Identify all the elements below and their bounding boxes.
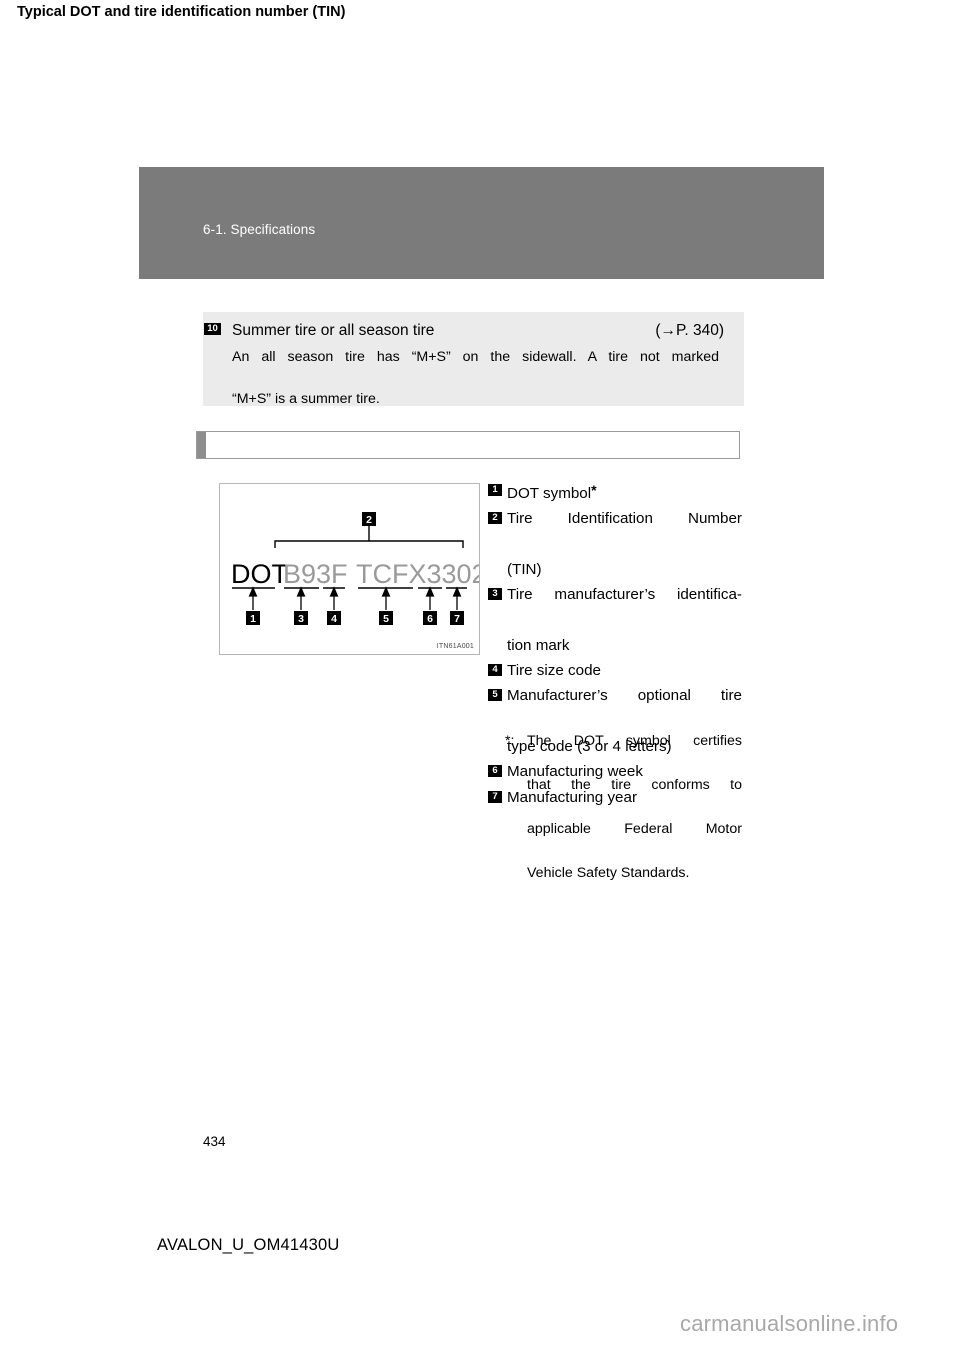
list-item-badge: 5 [488, 689, 502, 702]
section-heading-title: Typical DOT and tire identification numb… [17, 4, 346, 20]
list-item-badge: 2 [488, 512, 502, 525]
site-watermark: carmanualsonline.info [680, 1311, 899, 1336]
section-heading-bar [196, 431, 740, 459]
callout-number-badge: 10 [204, 323, 221, 335]
svg-text:7: 7 [454, 613, 460, 625]
list-item: 3 Tire manufacturer’s identifica- tion m… [488, 582, 742, 658]
callout-body-line2: “M+S” is a summer tire. [232, 391, 380, 407]
list-item-label: Tire size code [507, 662, 601, 680]
figure-dot-text: DOT [231, 559, 288, 589]
document-code: AVALON_U_OM41430U [157, 1236, 340, 1254]
list-item-badge: 3 [488, 588, 502, 601]
list-item-badge: 6 [488, 765, 502, 778]
callout-page-reference: (→P. 340) [655, 322, 724, 339]
list-item-label: DOT symbol [507, 485, 592, 502]
callout-heading-row: 10 Summer tire or all season tire (→P. 3… [204, 320, 724, 341]
footnote-line2: that the tire conforms to [527, 777, 742, 793]
svg-text:2: 2 [366, 514, 372, 526]
callout-body-line1: An all season tire has “M+S” on the side… [232, 349, 719, 365]
svg-text:1: 1 [250, 613, 256, 625]
figure-reference-code: ITN61A001 [436, 643, 474, 650]
chapter-title: 6-1. Specifications [203, 222, 316, 237]
list-item: 4 Tire size code [488, 658, 742, 683]
svg-text:6: 6 [427, 613, 433, 625]
list-item-label: Tire manufacturer’s identifica- [507, 586, 742, 604]
footnote-line3: applicable Federal Motor [527, 821, 742, 837]
list-item-label: Tire Identification Number [507, 510, 742, 528]
section-heading-marker [197, 432, 206, 458]
svg-text:5: 5 [383, 613, 389, 625]
callout-body-text: An all season tire has “M+S” on the side… [232, 347, 719, 410]
callout-title: Summer tire or all season tire [232, 322, 435, 339]
page-number: 434 [203, 1134, 226, 1149]
footnote-text: The DOT symbol certifies that the tire c… [505, 730, 742, 884]
footnote-line1: The DOT symbol certifies [527, 733, 742, 749]
svg-text:3: 3 [298, 613, 304, 625]
tin-diagram-svg: DOT B93F TCFX3302 2 1 3 4 5 6 7 [231, 512, 479, 625]
tin-diagram-figure: DOT B93F TCFX3302 2 1 3 4 5 6 7 ITN61A00… [219, 483, 480, 655]
list-item-badge: 1 [488, 484, 502, 496]
list-item-label-cont: (TIN) [507, 560, 542, 578]
list-item-badge: 7 [488, 790, 502, 803]
footnote-star-icon: * [591, 482, 597, 498]
list-item-badge: 4 [488, 664, 502, 677]
dot-symbol-footnote: *: The DOT symbol certifies that the tir… [505, 730, 742, 884]
list-item: 2 Tire Identification Number (TIN) [488, 506, 742, 582]
svg-text:4: 4 [331, 613, 337, 625]
list-item-label-cont: tion mark [507, 636, 570, 654]
footnote-line4: Vehicle Safety Standards. [527, 865, 690, 881]
list-item-label: Manufacturer’s optional tire [507, 687, 742, 705]
footnote-marker: *: [505, 733, 515, 749]
list-item: 1 DOT symbol* [488, 478, 742, 506]
figure-tin-part2: TCFX3302 [356, 559, 479, 589]
figure-tin-part1: B93F [283, 559, 348, 589]
